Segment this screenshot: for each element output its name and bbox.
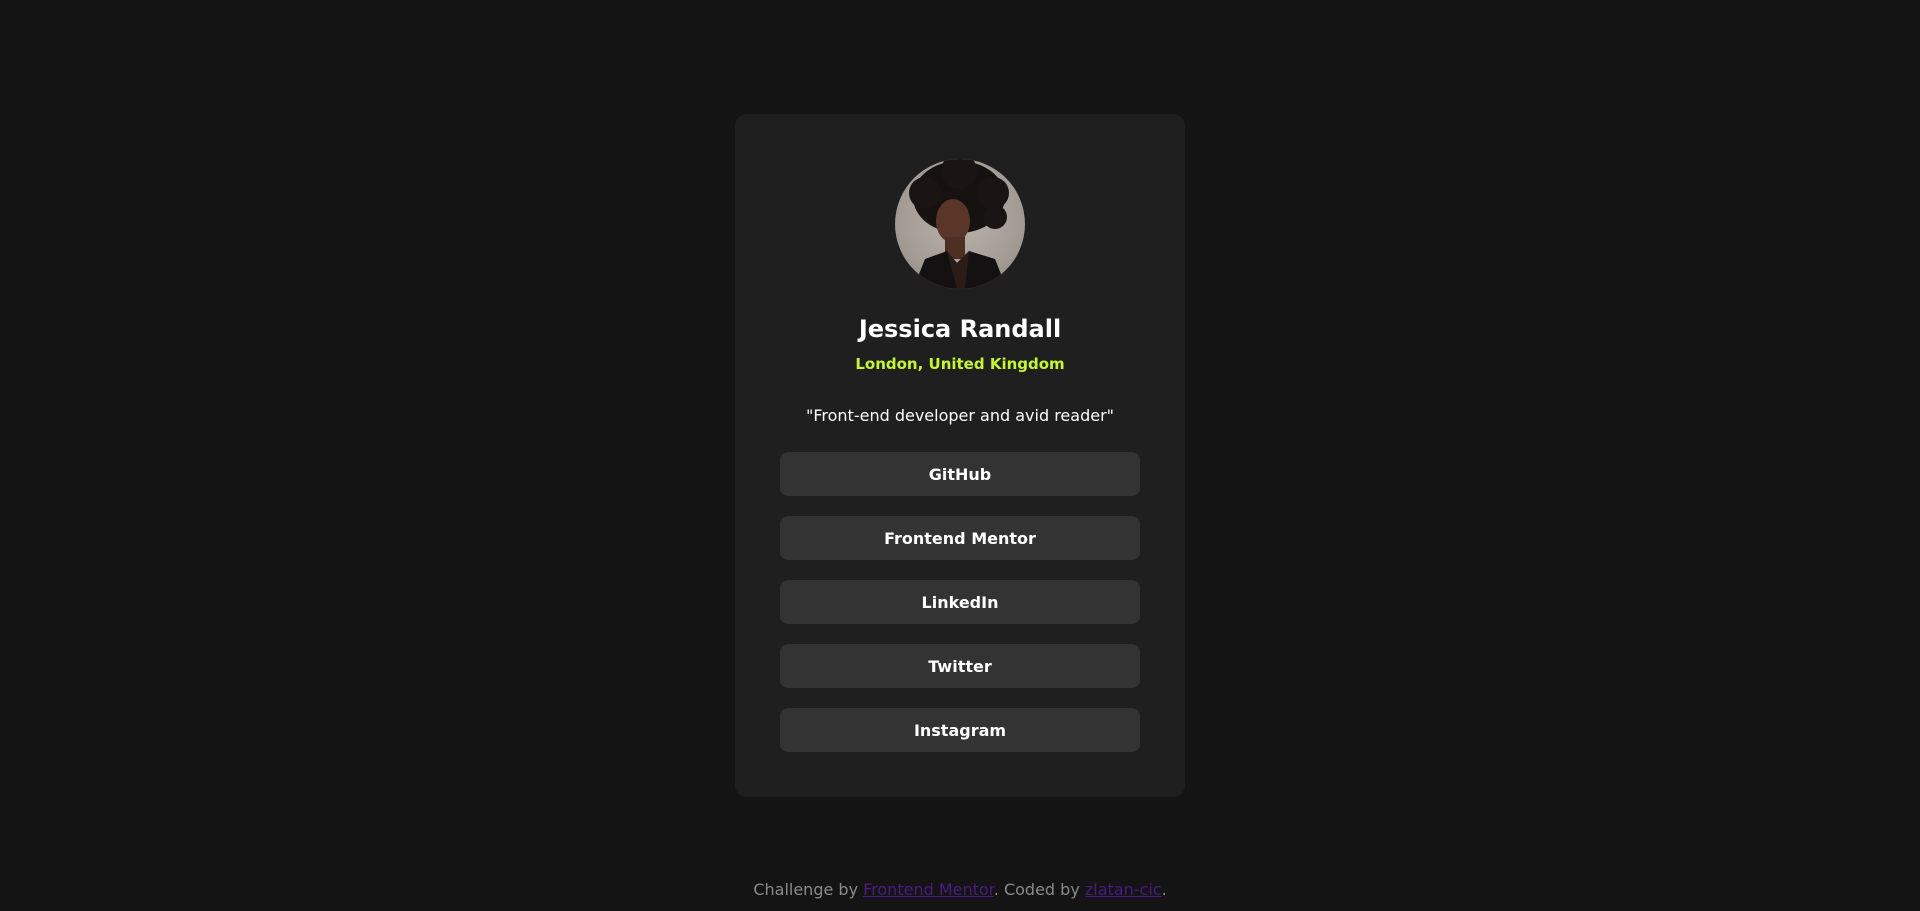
footer-suffix: . xyxy=(1161,880,1167,899)
profile-location: London, United Kingdom xyxy=(855,355,1065,373)
footer-prefix: Challenge by xyxy=(753,880,864,899)
social-links: GitHub Frontend Mentor LinkedIn Twitter … xyxy=(780,452,1140,772)
github-link-button[interactable]: GitHub xyxy=(780,452,1140,496)
profile-card: Jessica Randall London, United Kingdom "… xyxy=(735,114,1185,797)
footer-middle: . Coded by xyxy=(993,880,1085,899)
avatar xyxy=(895,159,1025,289)
profile-photo-icon xyxy=(909,159,1009,289)
linkedin-link-button[interactable]: LinkedIn xyxy=(780,580,1140,624)
profile-bio: "Front-end developer and avid reader" xyxy=(806,406,1114,425)
twitter-link-button[interactable]: Twitter xyxy=(780,644,1140,688)
instagram-link-button[interactable]: Instagram xyxy=(780,708,1140,752)
profile-name: Jessica Randall xyxy=(858,315,1062,343)
frontend-mentor-footer-link[interactable]: Frontend Mentor xyxy=(863,880,994,899)
frontend-mentor-link-button[interactable]: Frontend Mentor xyxy=(780,516,1140,560)
page: Jessica Randall London, United Kingdom "… xyxy=(0,0,1920,911)
attribution-footer: Challenge by Frontend Mentor. Coded by z… xyxy=(0,880,1920,899)
author-footer-link[interactable]: zlatan-cic xyxy=(1085,880,1162,899)
